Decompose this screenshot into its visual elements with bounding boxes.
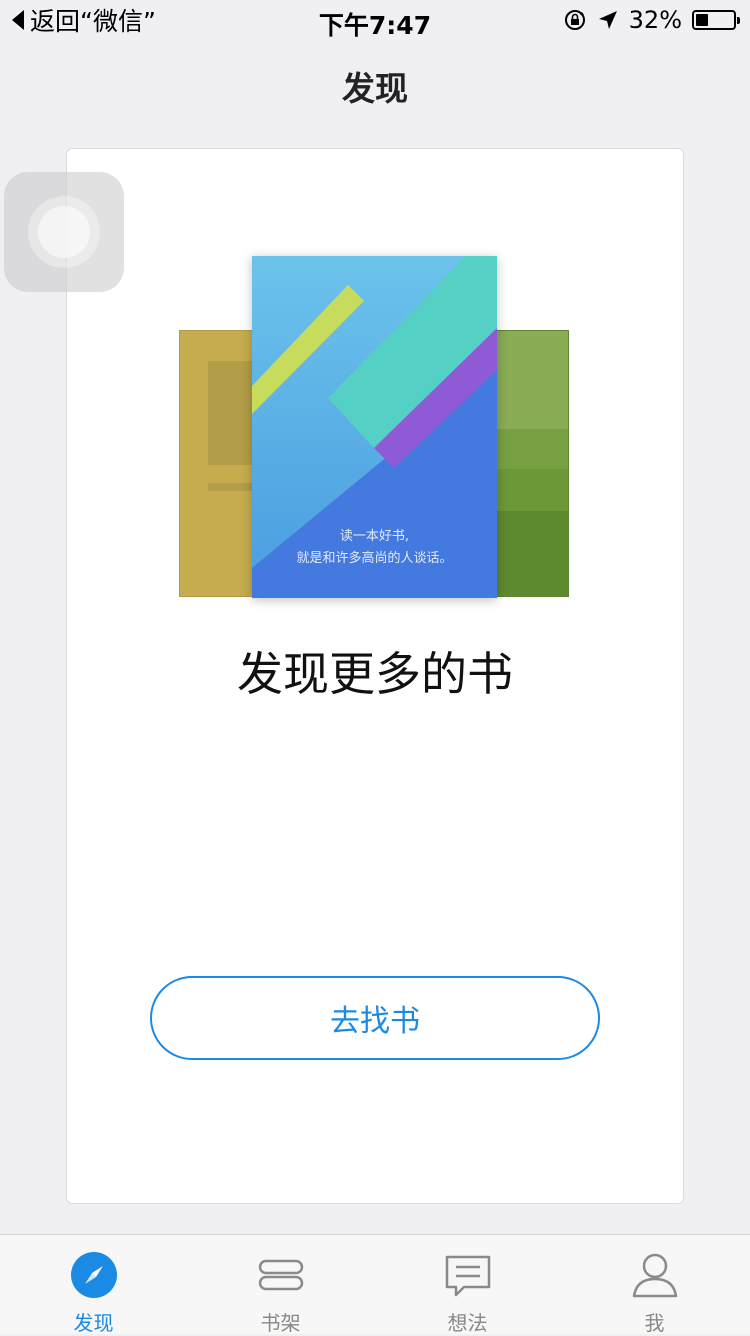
tab-thoughts[interactable]: 想法 [374, 1235, 561, 1335]
status-bar: 返回“微信” 下午7:47 32% [0, 0, 750, 40]
bookshelf-icon [258, 1259, 303, 1291]
compass-icon [70, 1252, 117, 1298]
tab-discover-label: 发现 [73, 1311, 114, 1335]
cover-quote-line2: 就是和许多高尚的人谈话。 [296, 551, 453, 566]
comment-icon [445, 1255, 490, 1297]
tab-discover[interactable]: 发现 [0, 1235, 187, 1335]
cover-quote: 读一本好书, 就是和许多高尚的人谈话。 [252, 526, 497, 570]
book-cover-illustration: 读一本好书, 就是和许多高尚的人谈话。 [252, 256, 497, 598]
tab-me[interactable]: 我 [561, 1235, 748, 1335]
discover-more-books-heading: 发现更多的书 [237, 647, 513, 701]
battery-percent: 32% [628, 6, 682, 34]
cover-quote-line1: 读一本好书, [339, 529, 410, 544]
tab-bookshelf-label: 书架 [260, 1311, 301, 1335]
status-indicators: 32% [563, 6, 740, 34]
book-left-illustration [179, 330, 259, 597]
location-arrow-icon [598, 11, 617, 29]
page-title: 发现 [342, 69, 408, 108]
battery-level-fill [696, 14, 708, 26]
tab-me-label: 我 [644, 1311, 665, 1335]
tab-bar: 发现 书架 想法 我 [0, 1234, 750, 1335]
book-right-illustration [490, 330, 569, 597]
rotation-lock-icon [564, 10, 585, 30]
find-books-button[interactable]: 去找书 [150, 976, 600, 1060]
tab-thoughts-label: 想法 [447, 1311, 488, 1335]
battery-icon [692, 10, 740, 30]
person-icon [632, 1253, 677, 1298]
assistive-touch-button[interactable] [4, 172, 124, 292]
tab-bookshelf[interactable]: 书架 [187, 1235, 374, 1335]
